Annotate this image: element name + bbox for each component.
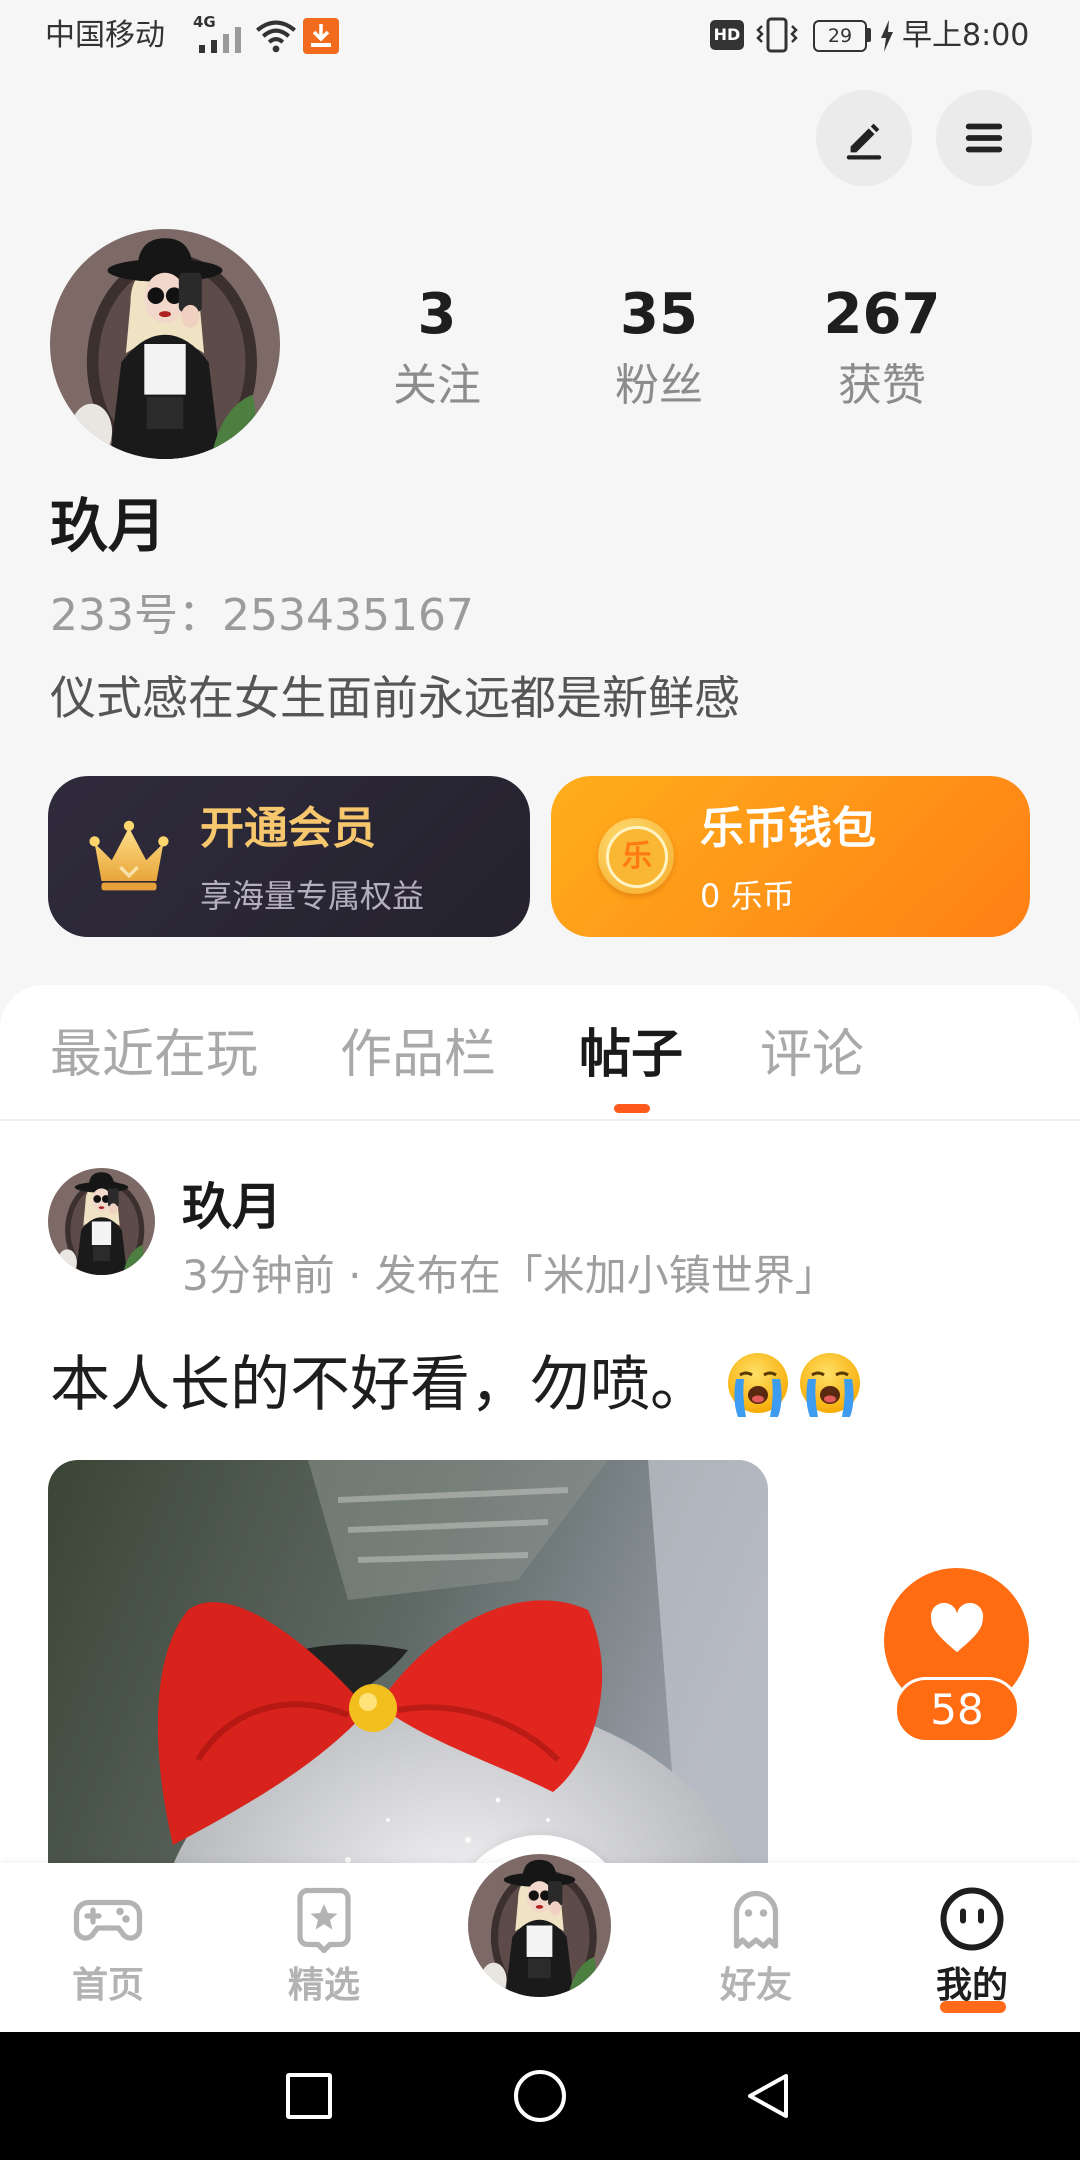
nav-home-label: 首页	[71, 1965, 144, 2006]
battery-nub	[867, 28, 871, 42]
smiley-icon	[940, 1887, 1004, 1951]
menu-button[interactable]	[936, 90, 1032, 186]
nav-friends-label: 好友	[719, 1965, 792, 2006]
tab-comments[interactable]: 评论	[760, 1025, 864, 1085]
tab-posts[interactable]: 帖子	[579, 1025, 683, 1085]
loudly-crying-face-icon	[800, 1353, 860, 1417]
coin-glyph: 乐	[606, 826, 668, 888]
charging-icon	[881, 20, 893, 52]
system-navigation-bar	[0, 2032, 1080, 2160]
wallet-card[interactable]: 乐 乐币钱包 0 乐币	[551, 776, 1030, 937]
wallet-card-title: 乐币钱包	[700, 803, 876, 854]
tab-divider	[0, 1119, 1080, 1121]
stat-followers[interactable]: 35 粉丝	[559, 286, 759, 412]
stat-label: 获赞	[838, 360, 926, 411]
nav-home[interactable]: 首页	[0, 1863, 216, 2032]
star-card-icon	[297, 1887, 351, 1954]
gamepad-icon	[73, 1899, 143, 1941]
heart-icon	[930, 1602, 984, 1653]
menu-icon	[965, 123, 1003, 153]
stat-label: 关注	[393, 360, 481, 411]
stat-value: 3	[417, 282, 457, 347]
vip-card-subtitle: 享海量专属权益	[200, 877, 425, 915]
profile-bio: 仪式感在女生面前永远都是新鲜感	[50, 671, 740, 725]
nav-featured[interactable]: 精选	[216, 1863, 432, 2032]
vip-card-title: 开通会员	[200, 803, 376, 854]
carrier-label: 中国移动	[45, 18, 165, 53]
post-text: 本人长的不好看，勿喷。	[50, 1350, 710, 1420]
wallet-card-subtitle: 0 乐币	[700, 877, 795, 915]
vip-membership-card[interactable]: 开通会员 享海量专属权益	[48, 776, 530, 937]
loudly-crying-face-icon	[728, 1353, 788, 1417]
wifi-icon	[256, 20, 296, 53]
ghost-icon	[733, 1890, 779, 1949]
center-avatar-button[interactable]	[468, 1854, 611, 1997]
tab-works[interactable]: 作品栏	[340, 1025, 496, 1085]
tab-recently-played[interactable]: 最近在玩	[50, 1025, 258, 1085]
nav-featured-label: 精选	[287, 1965, 360, 2006]
stat-likes[interactable]: 267 获赞	[782, 286, 982, 412]
edit-profile-button[interactable]	[816, 90, 912, 186]
profile-id: 233号：253435167	[50, 590, 474, 641]
post-meta: 3分钟前 · 发布在「米加小镇世界」	[182, 1251, 837, 1300]
nav-me[interactable]: 我的	[864, 1863, 1080, 2032]
clock-label: 早上8:00	[902, 18, 1030, 53]
profile-avatar[interactable]	[50, 229, 280, 459]
stat-label: 粉丝	[615, 360, 703, 411]
back-triangle-icon[interactable]	[742, 2070, 796, 2122]
nav-me-label: 我的	[935, 1965, 1008, 2006]
edit-icon	[846, 123, 882, 160]
home-circle-icon[interactable]	[514, 2070, 566, 2122]
battery-icon: 29	[813, 20, 867, 52]
stat-value: 35	[620, 282, 698, 347]
post-author-name[interactable]: 玖月	[182, 1178, 282, 1236]
crown-icon	[89, 820, 169, 891]
stat-value: 267	[823, 282, 941, 347]
tab-active-indicator	[614, 1104, 650, 1113]
post-author-avatar[interactable]	[48, 1168, 155, 1275]
coin-icon: 乐	[598, 818, 674, 894]
download-icon	[303, 18, 339, 54]
hd-badge: HD	[710, 20, 744, 50]
like-count: 58	[894, 1677, 1020, 1743]
recents-square-icon[interactable]	[286, 2073, 332, 2119]
post-text-row: 本人长的不好看，勿喷。	[50, 1350, 864, 1420]
stat-following[interactable]: 3 关注	[337, 286, 537, 412]
profile-name: 玖月	[50, 492, 167, 560]
vibrate-icon	[756, 17, 798, 53]
signal-icon	[199, 27, 241, 53]
nav-friends[interactable]: 好友	[648, 1863, 864, 2032]
